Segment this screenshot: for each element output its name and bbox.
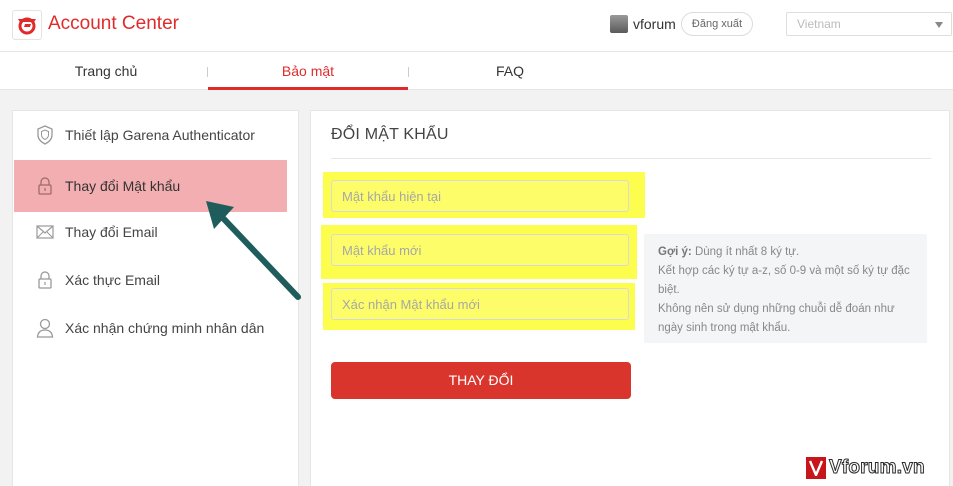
vforum-logo-icon (806, 457, 826, 479)
password-hint: Gợi ý: Dùng ít nhất 8 ký tự. Kết hợp các… (644, 234, 927, 343)
current-password-input[interactable] (331, 180, 629, 212)
chevron-down-icon (935, 22, 943, 28)
change-password-panel: ĐỔI MẬT KHẨU Gợi ý: Dùng ít nhất 8 ký tự… (310, 110, 950, 486)
sidebar-item-label: Xác nhận chứng minh nhân dân (65, 320, 265, 336)
region-select[interactable]: Vietnam (786, 12, 952, 36)
region-select-value: Vietnam (797, 17, 841, 31)
sidebar-item-id-verification[interactable]: Xác nhận chứng minh nhân dân (13, 304, 298, 352)
divider (331, 158, 931, 159)
lock-icon (35, 270, 55, 290)
annotation-arrow (206, 201, 301, 300)
hint-line-3: Không nên sử dụng những chuỗi dễ đoán nh… (658, 303, 895, 334)
main-tabs: Trang chủ Bảo mật FAQ (0, 52, 953, 90)
hint-heading: Gợi ý: (658, 246, 692, 258)
envelope-icon (35, 222, 55, 242)
shield-icon (35, 125, 55, 145)
lock-icon (35, 176, 55, 196)
garena-logo-icon (18, 17, 36, 35)
logout-button[interactable]: Đăng xuất (681, 12, 753, 36)
watermark-text: Vforum.vn (829, 457, 926, 479)
garena-logo[interactable] (12, 10, 42, 40)
user-icon (35, 318, 55, 338)
sidebar-item-label: Thiết lập Garena Authenticator (65, 127, 255, 143)
app-title: Account Center (48, 13, 179, 34)
tab-home[interactable]: Trang chủ (6, 52, 206, 90)
hint-line-2: Kết hợp các ký tự a-z, số 0-9 và một số … (658, 265, 910, 296)
watermark: Vforum.vn (806, 455, 951, 481)
tab-security[interactable]: Bảo mật (208, 52, 408, 90)
sidebar-item-authenticator[interactable]: Thiết lập Garena Authenticator (13, 111, 298, 159)
hint-line-1: Gợi ý: Dùng ít nhất 8 ký tự. (658, 243, 913, 262)
sidebar-item-label: Xác thực Email (65, 272, 160, 288)
submit-button[interactable]: THAY ĐỔI (331, 362, 631, 399)
tab-divider (408, 67, 409, 77)
header: Account Center vforum Đăng xuất Vietnam (0, 0, 953, 52)
avatar[interactable] (610, 15, 628, 33)
confirm-password-input[interactable] (331, 288, 629, 320)
new-password-input[interactable] (331, 234, 629, 266)
sidebar-item-label: Thay đổi Mật khẩu (65, 178, 181, 194)
sidebar-item-label: Thay đổi Email (65, 224, 158, 240)
hint-text-1: Dùng ít nhất 8 ký tự. (691, 246, 800, 258)
page-title: ĐỔI MẬT KHẨU (331, 126, 449, 143)
tab-faq[interactable]: FAQ (410, 52, 610, 90)
username[interactable]: vforum (633, 16, 676, 32)
